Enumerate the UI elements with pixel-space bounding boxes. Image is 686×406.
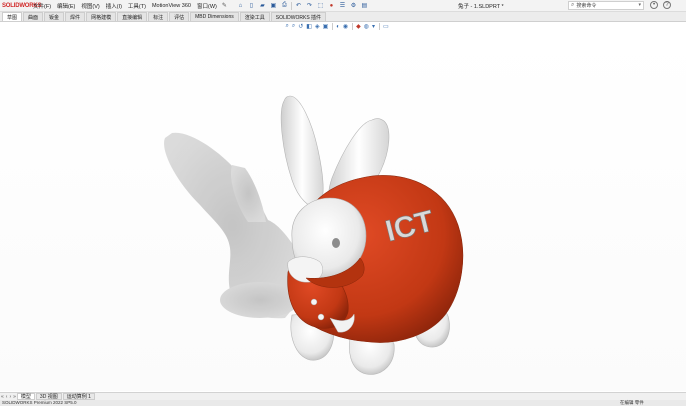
- tab-motion-study[interactable]: 运动算例 1: [62, 393, 95, 400]
- section-view-icon[interactable]: ◧: [306, 23, 312, 30]
- tab-weldments[interactable]: 焊件: [65, 12, 86, 21]
- separator: [351, 23, 353, 30]
- search-commands-box[interactable]: ⌕ 搜索命令 ▾: [568, 1, 644, 10]
- heads-up-view-toolbar: ⌕ ⌕ ↺ ◧ ◈ ▣ ◐ ◉ ◆ ◍ ▾ ▭: [284, 23, 390, 30]
- tab-3d-views[interactable]: 3D 视图: [35, 393, 62, 400]
- tab-evaluate[interactable]: 评估: [169, 12, 190, 21]
- view-orientation-icon[interactable]: ▣: [323, 23, 329, 30]
- file-properties-icon[interactable]: ☰: [338, 2, 346, 10]
- help-icon[interactable]: ?: [663, 1, 671, 9]
- pin-icon[interactable]: ✎: [220, 2, 229, 9]
- tab-sketch[interactable]: 草图: [2, 12, 23, 21]
- edit-appearance-icon[interactable]: ◆: [356, 23, 361, 30]
- menu-motionview[interactable]: MotionView 360: [149, 3, 194, 9]
- menu-window[interactable]: 窗口(W): [194, 2, 220, 10]
- sweater-button: [310, 298, 318, 306]
- monitor-icon[interactable]: ▭: [383, 23, 389, 30]
- title-bar: SOLIDWORKS 文件(F) 编辑(E) 视图(V) 插入(I) 工具(T)…: [0, 0, 686, 12]
- apply-scene-icon[interactable]: ◍: [364, 23, 369, 30]
- tab-mesh-modeling[interactable]: 网格建模: [86, 12, 117, 21]
- dynamic-annotation-icon[interactable]: ◈: [315, 23, 320, 30]
- search-placeholder: 搜索命令: [576, 3, 597, 9]
- previous-view-icon[interactable]: ↺: [298, 23, 303, 30]
- quick-access-toolbar: ⌂ ▯ ▰ ▣ ⎙ ↶ ↷ ⬚ ● ☰ ⚙ ▤: [235, 1, 370, 10]
- user-icon[interactable]: •: [650, 1, 658, 9]
- redo-icon[interactable]: ↷: [305, 2, 313, 10]
- display-options-icon[interactable]: ▤: [360, 2, 368, 10]
- view-settings-icon[interactable]: ▾: [372, 23, 375, 30]
- rabbit-eye: [332, 238, 340, 248]
- zoom-to-fit-icon[interactable]: ⌕: [286, 23, 289, 30]
- display-style-icon[interactable]: ◐: [336, 24, 340, 30]
- tab-mbd-dimensions[interactable]: MBD Dimensions: [190, 12, 239, 21]
- solidworks-logo[interactable]: SOLIDWORKS: [0, 3, 42, 9]
- separator: [378, 23, 380, 30]
- open-folder-icon[interactable]: ▰: [258, 2, 266, 10]
- tab-model[interactable]: 模型: [16, 393, 35, 400]
- sweater-button: [317, 313, 325, 321]
- tab-sheet-metal[interactable]: 钣金: [44, 12, 65, 21]
- command-manager-tabs: 草图 曲面 钣金 焊件 网格建模 直接编辑 标注 评估 MBD Dimensio…: [0, 12, 686, 22]
- status-editing: 在编辑 零件: [620, 400, 644, 405]
- tab-solidworks-addins[interactable]: SOLIDWORKS 插件: [270, 12, 327, 21]
- home-icon[interactable]: ⌂: [236, 2, 244, 10]
- undo-icon[interactable]: ↶: [294, 2, 302, 10]
- title-right-icons: • ?: [650, 1, 676, 9]
- hide-show-items-icon[interactable]: ◉: [343, 23, 348, 30]
- document-title: 兔子 - 1.SLDPRT *: [458, 4, 504, 10]
- left-ear: [280, 95, 324, 208]
- cast-shadow: [164, 132, 300, 319]
- status-bar: SOLIDWORKS Premium 2022 SP5.0 在编辑 零件: [0, 400, 686, 406]
- new-document-icon[interactable]: ▯: [247, 2, 255, 10]
- menu-insert[interactable]: 插入(I): [103, 2, 125, 10]
- search-icon: ⌕: [571, 2, 575, 8]
- select-icon[interactable]: ⬚: [316, 2, 324, 10]
- bottom-model-tabs: « ‹ › » 模型 3D 视图 运动算例 1: [0, 392, 686, 400]
- menu-edit[interactable]: 编辑(E): [54, 2, 78, 10]
- rebuild-icon[interactable]: ●: [327, 2, 335, 10]
- tab-markup[interactable]: 标注: [148, 12, 169, 21]
- menu-file[interactable]: 文件(F): [30, 2, 54, 10]
- menu-tools[interactable]: 工具(T): [125, 2, 149, 10]
- tab-direct-editing[interactable]: 直接编辑: [117, 12, 148, 21]
- separator: [331, 23, 333, 30]
- save-icon[interactable]: ▣: [269, 2, 277, 10]
- search-dropdown-icon[interactable]: ▾: [638, 2, 641, 8]
- separator: [290, 1, 292, 10]
- status-version: SOLIDWORKS Premium 2022 SP5.0: [2, 400, 77, 405]
- print-icon[interactable]: ⎙: [280, 2, 288, 10]
- options-icon[interactable]: ⚙: [349, 2, 357, 10]
- zoom-to-area-icon[interactable]: ⌕: [292, 23, 295, 30]
- tab-surfaces[interactable]: 曲面: [23, 12, 44, 21]
- menu-view[interactable]: 视图(V): [78, 2, 102, 10]
- main-menu: 文件(F) 编辑(E) 视图(V) 插入(I) 工具(T) MotionView…: [30, 2, 229, 10]
- rabbit-model-render[interactable]: ICT: [0, 33, 686, 391]
- tab-render-tools[interactable]: 渲染工具: [239, 12, 270, 21]
- graphics-viewport[interactable]: ICT ↳: [0, 33, 686, 391]
